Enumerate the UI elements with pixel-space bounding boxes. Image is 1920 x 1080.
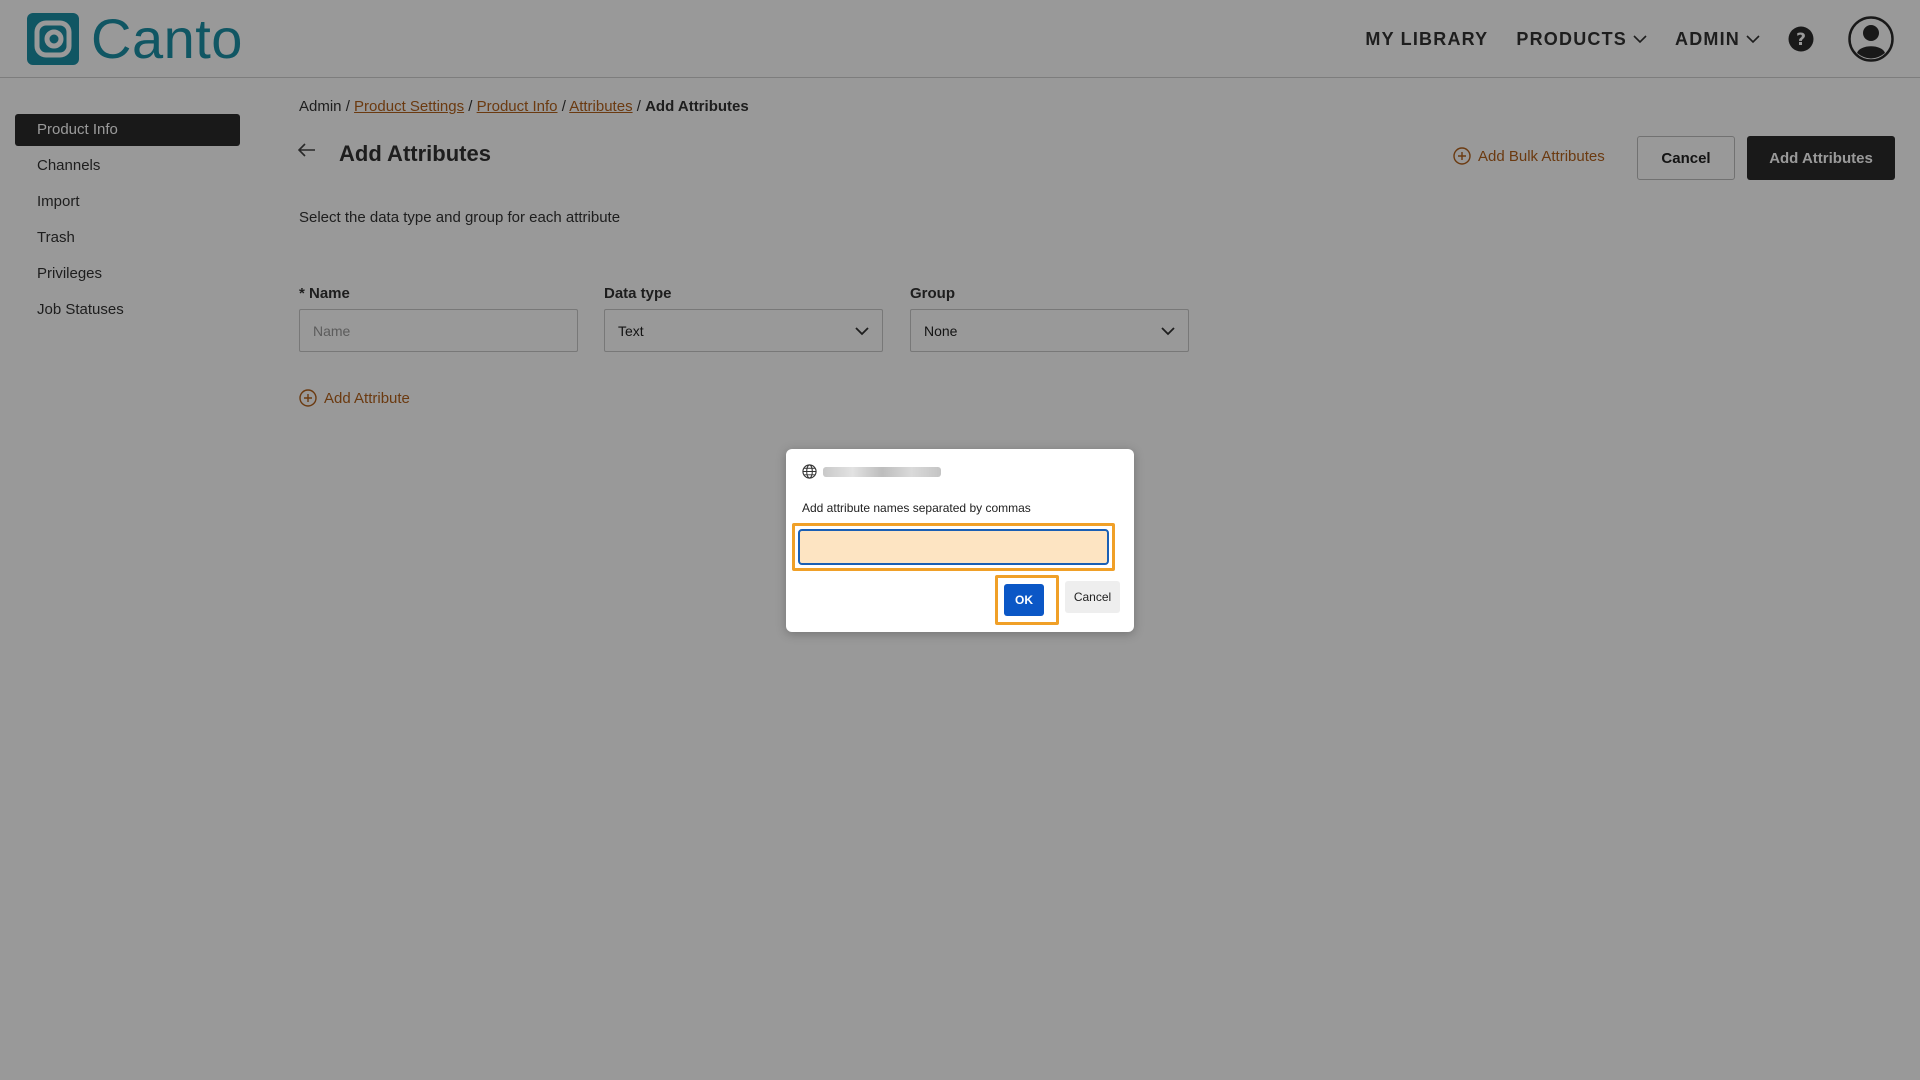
dialog-cancel-button[interactable]: Cancel bbox=[1065, 581, 1120, 613]
blurred-origin-url bbox=[823, 466, 941, 477]
globe-icon bbox=[802, 464, 817, 479]
dialog-origin bbox=[802, 464, 941, 479]
dialog-message: Add attribute names separated by commas bbox=[802, 501, 1031, 515]
prompt-dialog: Add attribute names separated by commas … bbox=[786, 449, 1134, 632]
prompt-input-highlight bbox=[792, 523, 1115, 571]
prompt-input[interactable] bbox=[798, 529, 1109, 565]
ok-button[interactable]: OK bbox=[1004, 584, 1044, 616]
ok-button-highlight: OK bbox=[995, 575, 1059, 625]
